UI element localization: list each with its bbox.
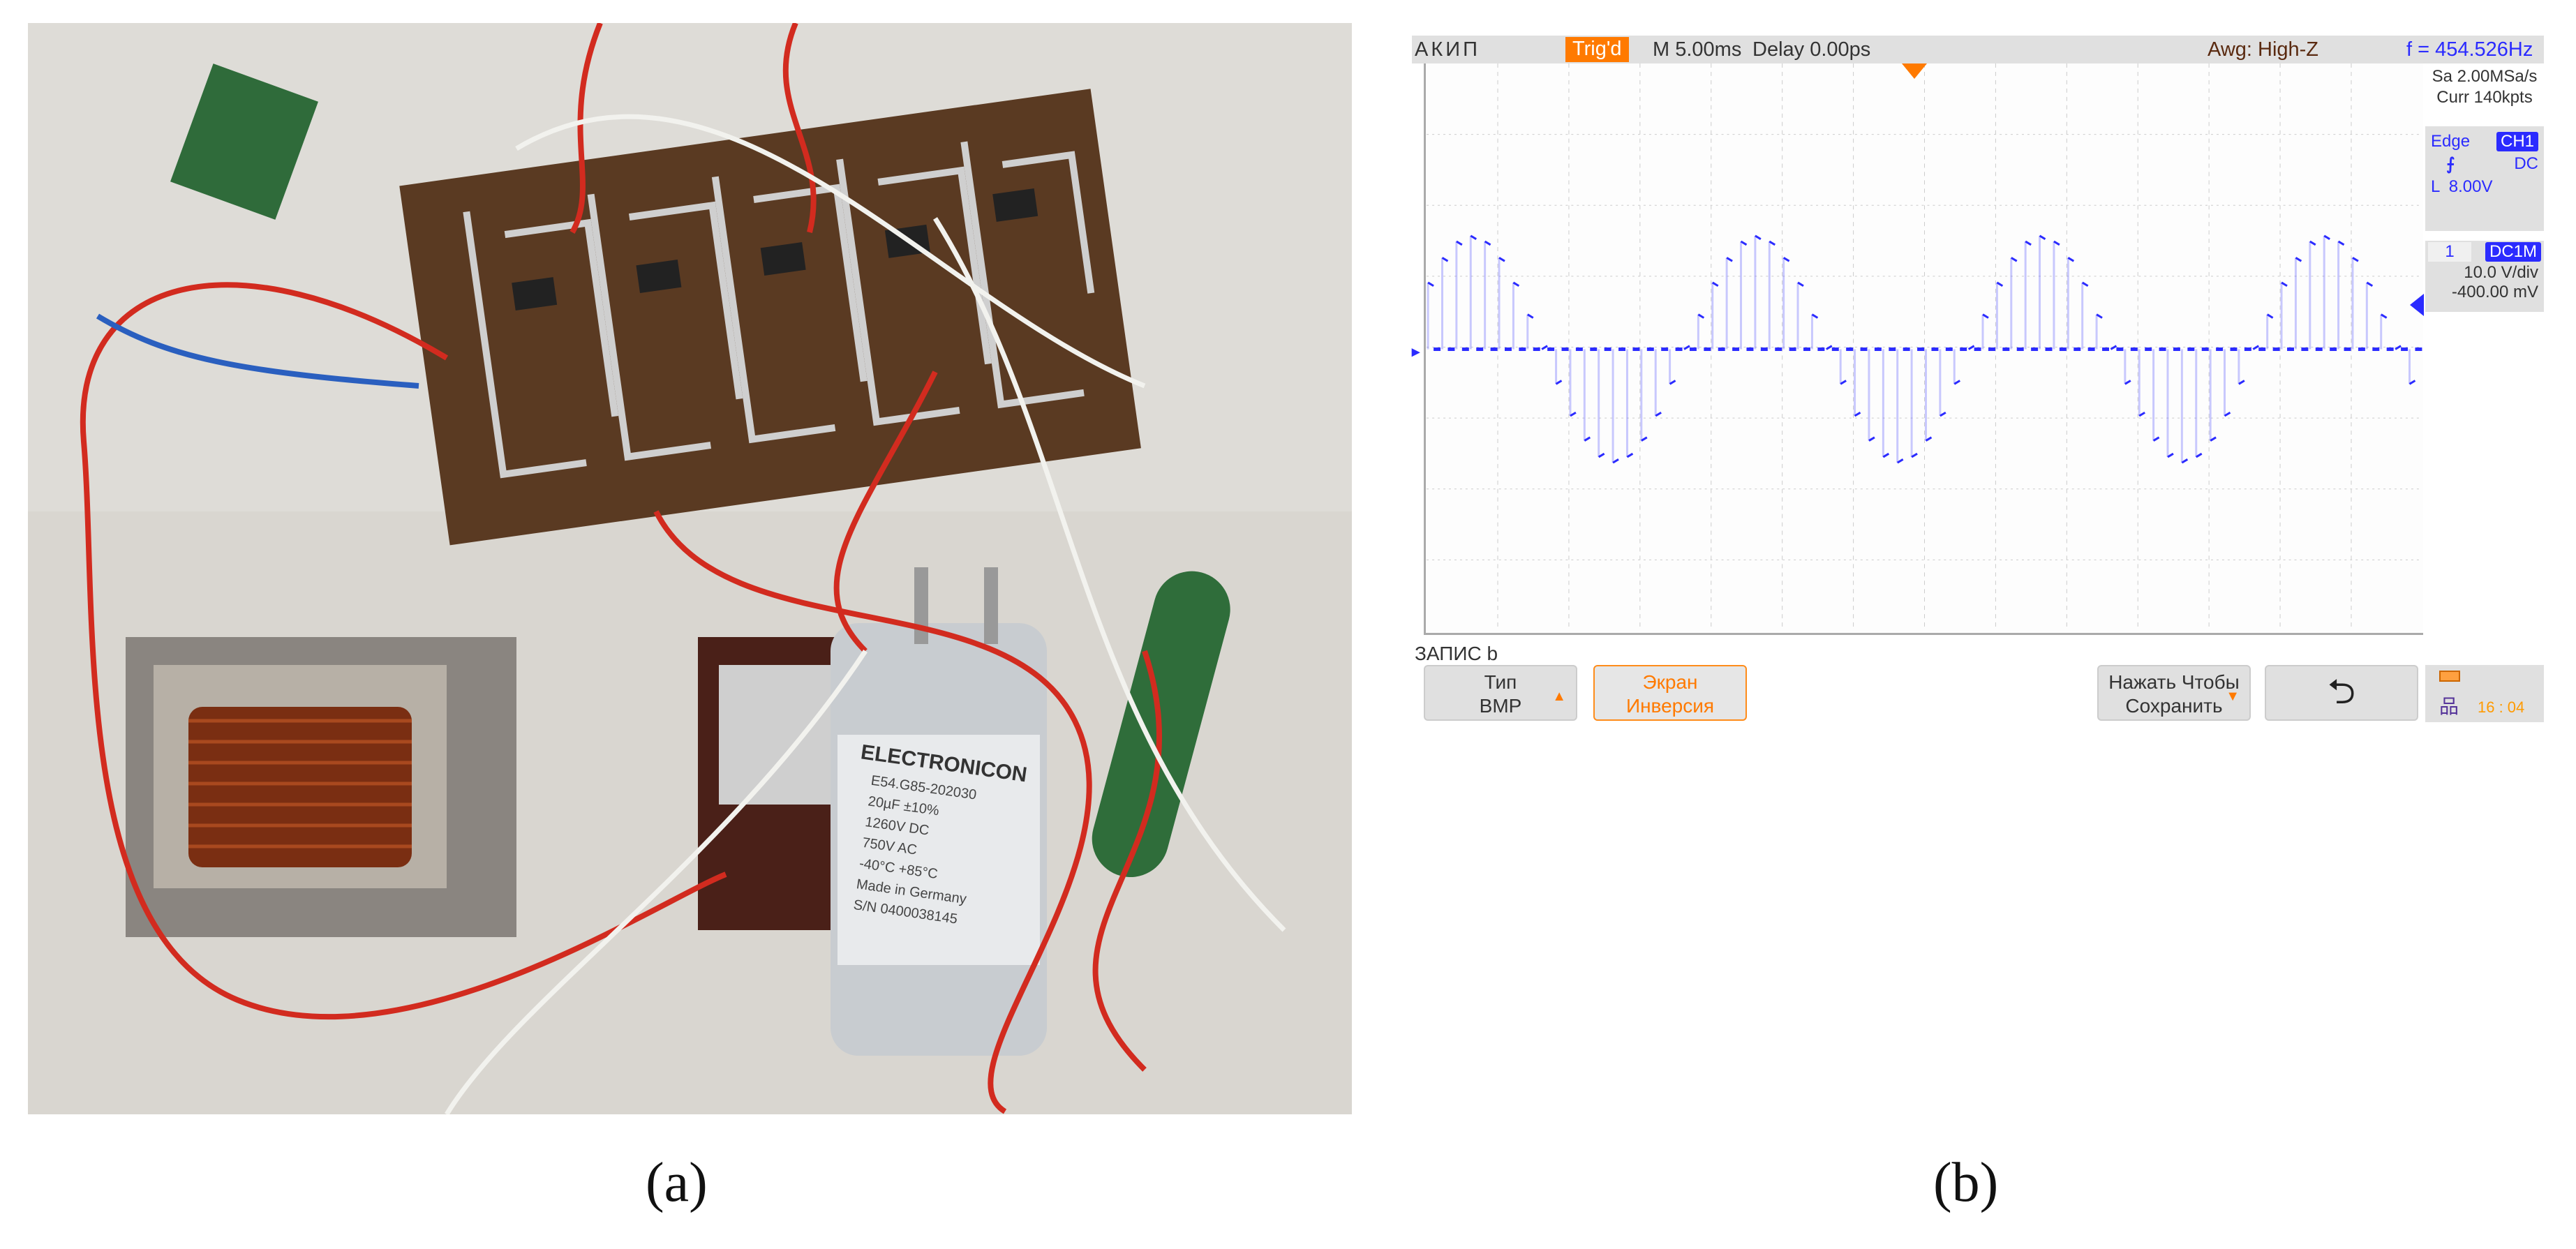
pulse-top <box>2110 345 2117 350</box>
oscilloscope-screen: АКИП Trig'd M 5.00ms Delay 0.00ps Awg: H… <box>1412 36 2544 723</box>
clock: 16 : 04 <box>2478 698 2525 716</box>
rising-edge-icon: ⨍ <box>2446 155 2455 174</box>
screen-invert-button[interactable]: Экран Инверсия <box>1593 665 1747 721</box>
arrow-down-icon: ▼ <box>2226 689 2240 704</box>
return-arrow-icon: ⮌ <box>2327 672 2356 711</box>
sample-rate: Sa 2.00MSa/s <box>2432 67 2538 86</box>
trigger-coupling: DC <box>2514 154 2538 173</box>
press-to-save-button[interactable]: Нажать Чтобы Сохранить ▼ <box>2097 665 2251 721</box>
arrow-up-icon: ▲ <box>1552 689 1566 704</box>
channel1-offset-marker[interactable] <box>2410 294 2424 316</box>
button-label: Экран <box>1642 671 1698 693</box>
network-icon: 品 <box>2439 696 2459 717</box>
volts-per-div: 10.0 V/div <box>2464 263 2538 282</box>
back-button[interactable]: ⮌ <box>2265 665 2418 721</box>
delay-label[interactable]: Delay 0.00ps <box>1752 38 1870 61</box>
channel-number-tab[interactable]: 1 <box>2428 242 2471 262</box>
caption-a: (a) <box>646 1152 708 1213</box>
channel-offset: -400.00 mV <box>2451 283 2538 301</box>
waveform-display <box>1424 63 2423 635</box>
status-bar: АКИП Trig'd M 5.00ms Delay 0.00ps Awg: H… <box>1412 36 2544 63</box>
trigger-position-marker[interactable] <box>1902 63 1927 79</box>
heatsink-switches <box>698 637 851 930</box>
acquisition-info: Sa 2.00MSa/s Curr 140kpts <box>2425 66 2544 108</box>
button-value: Инверсия <box>1625 695 1715 717</box>
frequency-readout: f = 454.526Hz <box>2406 38 2533 61</box>
trigger-status-badge: Trig'd <box>1565 37 1629 62</box>
trigger-level: L 8.00V <box>2431 177 2493 196</box>
pulse-top <box>2252 345 2260 350</box>
pulse-top <box>1683 345 1690 350</box>
trigger-type: Edge <box>2431 132 2471 151</box>
trigger-panel[interactable]: Edge CH1 ⨍ DC L 8.00V <box>2425 126 2544 231</box>
brand-label: АКИП <box>1415 38 1480 61</box>
usb-storage-icon <box>2439 671 2460 682</box>
caption-b: (b) <box>1933 1152 1999 1213</box>
pulse-top <box>1967 345 1975 350</box>
channel-coupling-badge: DC1M <box>2485 242 2541 262</box>
awg-label: Awg: High-Z <box>2208 38 2319 61</box>
menu-title: ЗАПИС b <box>1415 643 1498 664</box>
transformer <box>126 637 516 937</box>
film-capacitor: ELECTRONICON E54.G85-202030 20µF ±10% 12… <box>831 567 1047 1056</box>
channel1-panel[interactable]: 1 DC1M 10.0 V/div -400.00 mV <box>2425 241 2544 312</box>
memory-depth: Curr 140kpts <box>2436 88 2533 107</box>
pulse-top <box>2395 345 2402 350</box>
type-bmp-button[interactable]: Тип BMP ▲ <box>1424 665 1577 721</box>
status-icons: 品 16 : 04 <box>2425 665 2544 722</box>
timebase-label[interactable]: M 5.00ms <box>1653 38 1741 61</box>
channel1-ground-marker[interactable]: ▸ <box>1412 343 1420 361</box>
pulse-top <box>1541 345 1548 350</box>
pulse-top <box>1826 345 1833 350</box>
circuit-photo: ELECTRONICON E54.G85-202030 20µF ±10% 12… <box>28 23 1352 1114</box>
trigger-source-badge: CH1 <box>2496 132 2538 151</box>
